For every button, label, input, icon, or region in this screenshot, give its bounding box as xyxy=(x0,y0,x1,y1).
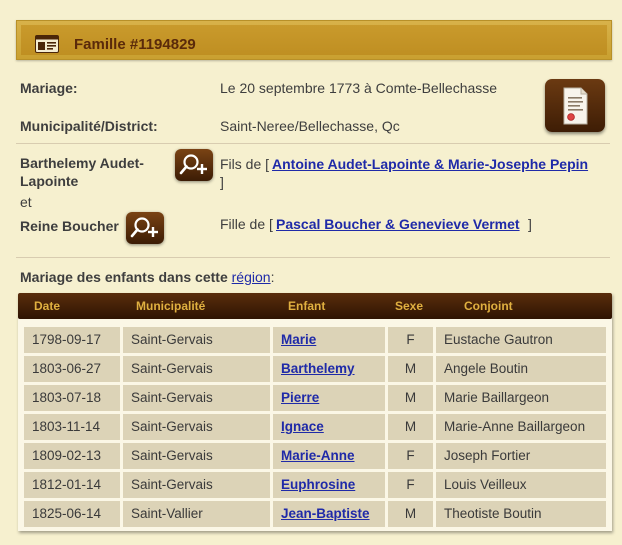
children-section-heading: Mariage des enfants dans cette région: xyxy=(20,269,274,285)
cell-municipality: Saint-Gervais xyxy=(123,472,270,498)
children-marriages-table: Date Municipalité Enfant Sexe Conjoint 1… xyxy=(18,293,612,531)
cell-municipality: Saint-Gervais xyxy=(123,356,270,382)
cell-sex: M xyxy=(388,385,433,411)
column-header-child: Enfant xyxy=(288,299,326,313)
cell-date: 1825-06-14 xyxy=(24,501,120,527)
cell-spouse: Joseph Fortier xyxy=(436,443,606,469)
column-header-spouse: Conjoint xyxy=(464,299,513,313)
cell-date: 1812-01-14 xyxy=(24,472,120,498)
cell-municipality: Saint-Vallier xyxy=(123,501,270,527)
child-link[interactable]: Pierre xyxy=(281,390,319,405)
children-section-suffix: : xyxy=(270,269,275,285)
child-link[interactable]: Marie xyxy=(281,332,316,347)
cell-sex: F xyxy=(388,327,433,353)
cell-date: 1803-11-14 xyxy=(24,414,120,440)
cell-sex: F xyxy=(388,472,433,498)
husband-name-line1: Barthelemy Audet- xyxy=(20,155,144,171)
cell-spouse: Angele Boutin xyxy=(436,356,606,382)
add-person-search-icon xyxy=(130,217,158,238)
child-link[interactable]: Euphrosine xyxy=(281,477,355,492)
husband-add-person-button[interactable] xyxy=(175,149,213,181)
husband-relation-close: ] xyxy=(220,174,224,190)
conjunction-text: et xyxy=(20,194,32,210)
child-link[interactable]: Jean-Baptiste xyxy=(281,506,370,521)
cell-sex: M xyxy=(388,501,433,527)
wife-relation: Fille de [ xyxy=(220,216,273,232)
cell-date: 1803-07-18 xyxy=(24,385,120,411)
table-row: 1798-09-17 Saint-Gervais Marie F Eustache Ga… xyxy=(24,327,606,353)
wife-name: Reine Boucher xyxy=(20,218,119,234)
table-row: 1803-07-18 Saint-Gervais Pierre M Marie Bail… xyxy=(24,385,606,411)
cell-municipality: Saint-Gervais xyxy=(123,414,270,440)
table-row: 1812-01-14 Saint-Gervais Euphrosine F Louis … xyxy=(24,472,606,498)
cell-child: Euphrosine xyxy=(273,472,385,498)
family-header: Famille #1194829 xyxy=(16,20,612,60)
divider xyxy=(16,143,610,144)
divider xyxy=(16,257,610,258)
cell-child: Barthelemy xyxy=(273,356,385,382)
wife-relation-close: ] xyxy=(528,216,532,232)
cell-spouse: Eustache Gautron xyxy=(436,327,606,353)
child-link[interactable]: Marie-Anne xyxy=(281,448,355,463)
cell-date: 1798-09-17 xyxy=(24,327,120,353)
wife-add-person-button[interactable] xyxy=(126,212,164,244)
cell-municipality: Saint-Gervais xyxy=(123,327,270,353)
cell-spouse: Marie Baillargeon xyxy=(436,385,606,411)
certificate-document-icon xyxy=(563,87,588,125)
marriage-value: Le 20 septembre 1773 à Comte-Bellechasse xyxy=(220,80,498,96)
marriage-label: Mariage: xyxy=(20,80,78,96)
municipality-value: Saint-Neree/Bellechasse, Qc xyxy=(220,118,400,134)
municipality-label: Municipalité/District: xyxy=(20,118,158,134)
table-row: 1803-11-14 Saint-Gervais Ignace M Marie-Anne… xyxy=(24,414,606,440)
family-title: Famille #1194829 xyxy=(74,36,196,53)
family-header-inner: Famille #1194829 xyxy=(21,25,607,55)
cell-child: Pierre xyxy=(273,385,385,411)
column-header-municipality: Municipalité xyxy=(136,299,206,313)
marriage-certificate-button[interactable] xyxy=(545,79,605,132)
cell-municipality: Saint-Gervais xyxy=(123,443,270,469)
husband-name-line2: Lapointe xyxy=(20,173,79,189)
children-section-label: Mariage des enfants dans cette xyxy=(20,269,228,285)
cell-child: Marie-Anne xyxy=(273,443,385,469)
table-row: 1803-06-27 Saint-Gervais Barthelemy M Angele… xyxy=(24,356,606,382)
cell-spouse: Theotiste Boutin xyxy=(436,501,606,527)
cell-child: Marie xyxy=(273,327,385,353)
cell-date: 1809-02-13 xyxy=(24,443,120,469)
table-header: Date Municipalité Enfant Sexe Conjoint xyxy=(18,293,612,319)
table-row: 1809-02-13 Saint-Gervais Marie-Anne F Joseph… xyxy=(24,443,606,469)
family-card-icon xyxy=(35,35,59,53)
cell-spouse: Marie-Anne Baillargeon xyxy=(436,414,606,440)
cell-sex: M xyxy=(388,356,433,382)
cell-sex: F xyxy=(388,443,433,469)
region-link[interactable]: région xyxy=(232,269,271,285)
cell-spouse: Louis Veilleux xyxy=(436,472,606,498)
husband-parents-link[interactable]: Antoine Audet-Lapointe & Marie-Josephe P… xyxy=(272,156,588,172)
column-header-date: Date xyxy=(34,299,61,313)
husband-relation: Fils de [ xyxy=(220,156,270,172)
child-link[interactable]: Barthelemy xyxy=(281,361,355,376)
child-link[interactable]: Ignace xyxy=(281,419,324,434)
cell-municipality: Saint-Gervais xyxy=(123,385,270,411)
column-header-sex: Sexe xyxy=(395,299,424,313)
table-row: 1825-06-14 Saint-Vallier Jean-Baptiste M The… xyxy=(24,501,606,527)
cell-child: Jean-Baptiste xyxy=(273,501,385,527)
add-person-search-icon xyxy=(179,154,207,175)
cell-date: 1803-06-27 xyxy=(24,356,120,382)
cell-sex: M xyxy=(388,414,433,440)
cell-child: Ignace xyxy=(273,414,385,440)
wife-parents-link[interactable]: Pascal Boucher & Genevieve Vermet xyxy=(276,216,520,232)
